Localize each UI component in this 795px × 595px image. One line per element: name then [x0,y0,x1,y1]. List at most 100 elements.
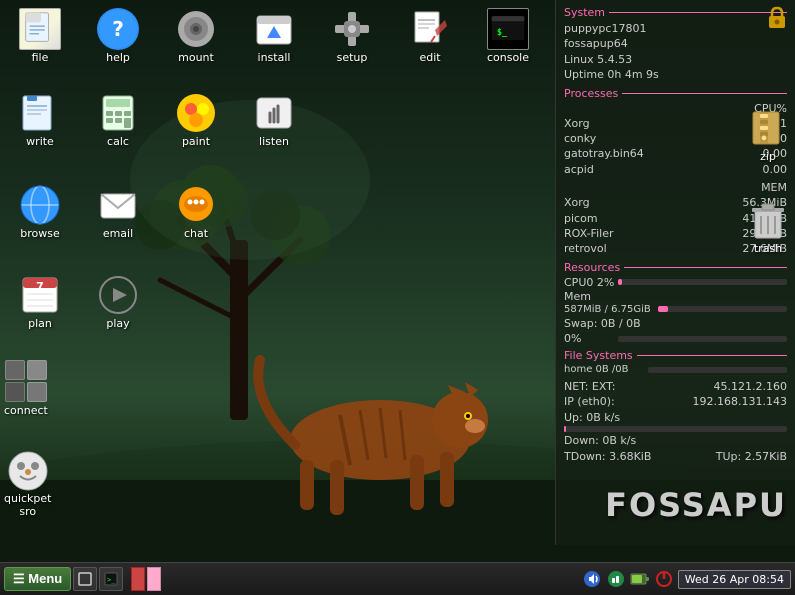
trash-icon-wrap[interactable]: trash [747,200,789,255]
uptime-row: Uptime 0h 4m 9s [564,67,787,82]
chat-desktop-icon[interactable]: chat [160,180,232,244]
proc-acpid-cpu: acpid0.00 [564,162,787,177]
taskbar: ☰ Menu >_ [0,562,795,595]
kernel-row: Linux 5.4.53 [564,52,787,67]
system-monitor-panel: System puppypc17801 fossapup64 Linux 5.4… [555,0,795,545]
fs-title: File Systems [564,349,787,362]
cpu0-bar: CPU0 2% [564,276,787,289]
user: fossapup64 [564,36,628,51]
email-desktop-icon[interactable]: email [82,180,154,244]
file-icon-img [19,8,61,50]
user-row: fossapup64 [564,36,787,51]
up-bar [564,426,787,432]
calc-label: calc [107,135,129,148]
resources-section: Resources CPU0 2% Mem 587MiB / 6.75GiB S… [564,261,787,345]
help-icon[interactable]: ? help [82,4,154,68]
connect-label: connect [4,404,48,417]
lock-icon-wrap[interactable] [763,4,791,32]
calc-desktop-icon[interactable]: calc [82,88,154,152]
fs-section: File Systems home 0B /0B [564,349,787,375]
paint-desktop-icon[interactable]: paint [160,88,232,152]
ip-row: IP (eth0): 192.168.131.143 [564,394,787,409]
mem-res-label: Mem [564,290,787,303]
row4-icons: 7 plan play [4,270,154,336]
edit-icon-img [409,8,451,50]
help-label: help [106,51,130,64]
tray-audio-icon[interactable] [582,569,602,589]
listen-desktop-icon[interactable]: listen [238,88,310,152]
fossapu-brand: FOSSAPU [555,486,795,524]
mount-icon[interactable]: mount [160,4,232,68]
paint-icon-img [175,92,217,134]
write-icon-img [19,92,61,134]
edit-label: edit [419,51,440,64]
install-label: install [258,51,291,64]
write-desktop-icon[interactable]: write [4,88,76,152]
taskbar-color2[interactable] [147,567,161,591]
play-icon-img [97,274,139,316]
systray: Wed 26 Apr 08:54 [582,569,791,589]
tray-power-icon[interactable] [654,569,674,589]
chat-label: chat [184,227,208,240]
lock-icon [763,4,791,32]
taskbar-terminal-btn[interactable]: >_ [99,567,123,591]
taskbar-window-btn[interactable] [73,567,97,591]
svg-text:>_: >_ [107,576,116,584]
install-icon-img [253,8,295,50]
setup-icon-img [331,8,373,50]
plan-desktop-icon[interactable]: 7 plan [4,270,76,334]
svg-text:$_: $_ [497,28,508,38]
connect-desktop-icon[interactable]: connect [4,360,48,417]
quickpet-label: quickpetsro [4,492,52,518]
quickpet-icon-img [7,450,49,492]
install-icon[interactable]: install [238,4,310,68]
play-desktop-icon[interactable]: play [82,270,154,334]
browse-label: browse [20,227,60,240]
trash-icon-img [747,200,789,242]
home-bar: home 0B /0B [564,364,787,375]
top-icon-row: file ? help mount install setup [4,4,544,70]
console-label: console [487,51,529,64]
svg-text:7: 7 [36,280,44,293]
mount-icon-img [175,8,217,50]
system-section: System puppypc17801 fossapup64 Linux 5.4… [564,6,787,83]
resources-title: Resources [564,261,787,274]
browse-desktop-icon[interactable]: browse [4,180,76,244]
quickpet-desktop-icon[interactable]: quickpetsro [4,450,52,518]
system-title: System [564,6,787,19]
net-section: NET: EXT: 45.121.2.160 IP (eth0): 192.16… [564,379,787,464]
mem-bar: 587MiB / 6.75GiB [564,304,787,315]
swap-bar: 0% [564,332,787,345]
net-ext-row: NET: EXT: 45.121.2.160 [564,379,787,394]
trash-label: trash [754,242,782,255]
tray-net-icon[interactable] [606,569,626,589]
browse-icon-img [19,184,61,226]
calc-icon-img [97,92,139,134]
zip-icon-wrap[interactable]: zip [747,108,789,163]
console-icon-img: $_ [487,8,529,50]
tray-battery-icon[interactable] [630,569,650,589]
zip-icon-img [747,108,789,150]
down-row: Down: 0B k/s [564,433,787,448]
help-icon-img: ? [97,8,139,50]
menu-button[interactable]: ☰ Menu [4,567,71,591]
taskbar-clock[interactable]: Wed 26 Apr 08:54 [678,570,791,589]
tdown-tup-row: TDown: 3.68KiB TUp: 2.57KiB [564,449,787,464]
setup-icon[interactable]: setup [316,4,388,68]
console-icon[interactable]: $_ console [472,4,544,68]
file-icon[interactable]: file [4,4,76,68]
svg-text:?: ? [112,17,124,41]
hostname: puppypc17801 [564,21,646,36]
chat-icon-img [175,184,217,226]
taskbar-color1[interactable] [131,567,145,591]
swap-row: Swap: 0B / 0B [564,316,787,331]
file-label: file [32,51,49,64]
email-icon-img [97,184,139,226]
edit-icon[interactable]: edit [394,4,466,68]
mount-label: mount [178,51,214,64]
play-label: play [106,317,129,330]
email-label: email [103,227,133,240]
paint-label: paint [182,135,210,148]
write-label: write [26,135,54,148]
setup-label: setup [337,51,368,64]
